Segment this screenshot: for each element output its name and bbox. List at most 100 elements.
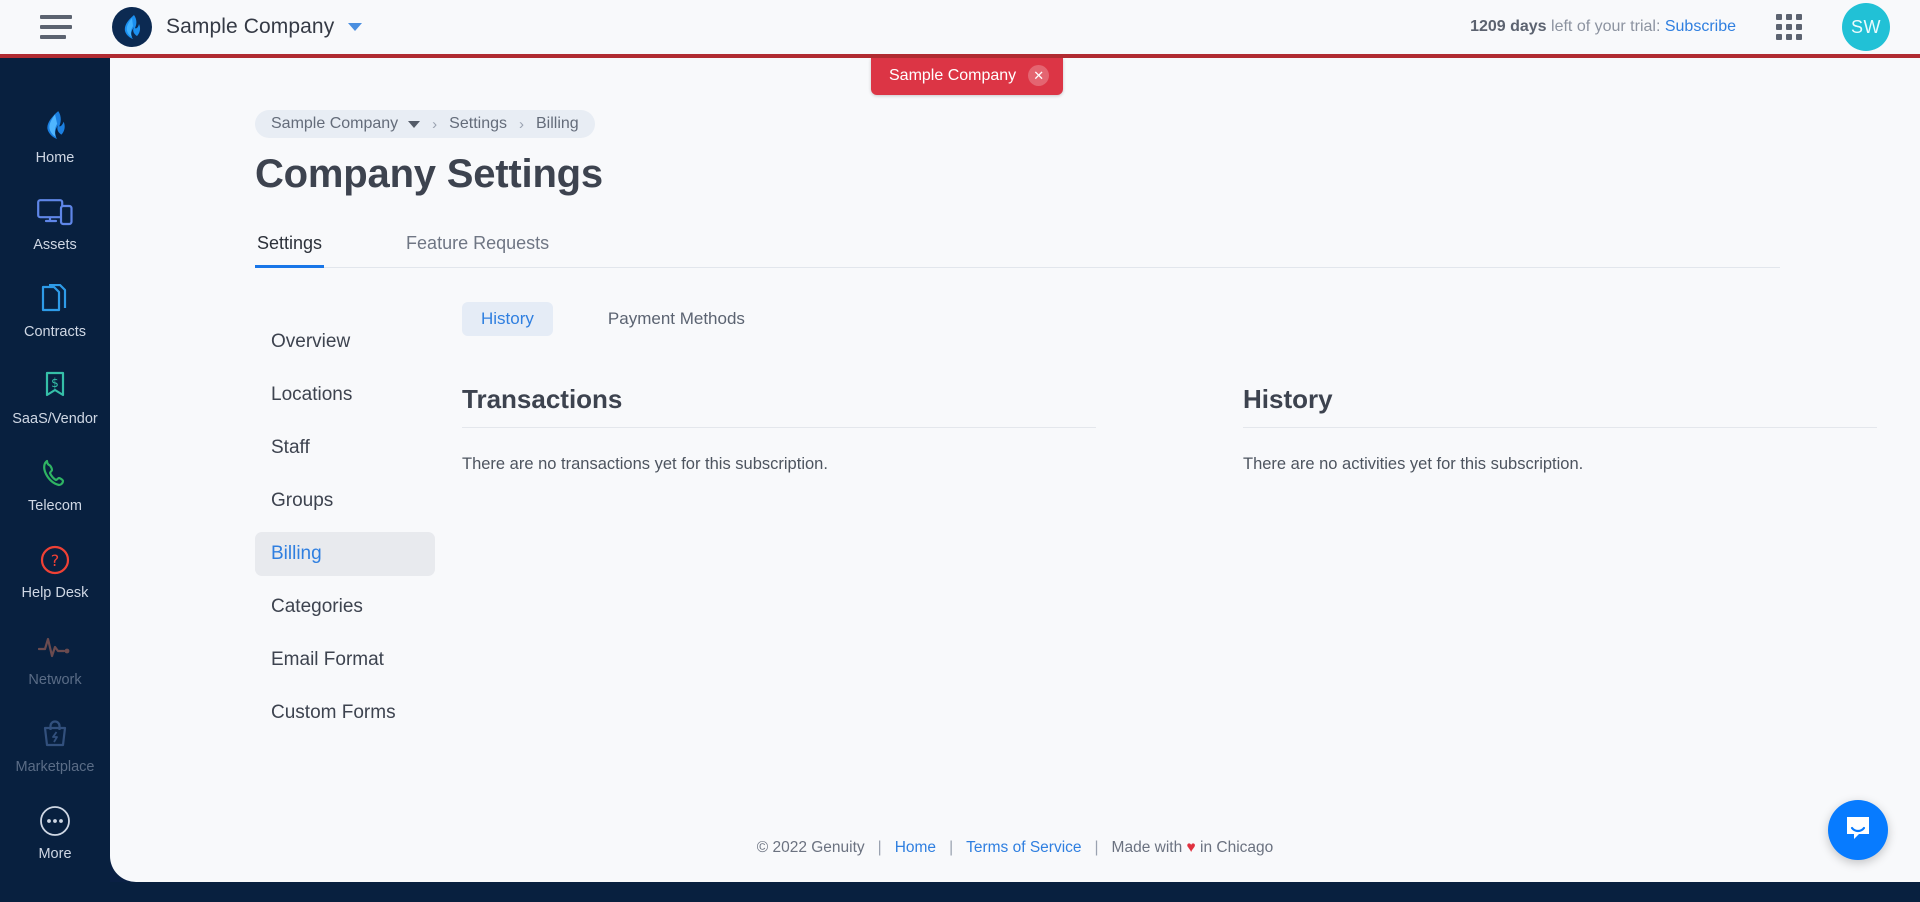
status-badge: Sample Company ✕ [871, 58, 1064, 95]
sidebar-item-contracts[interactable]: Contracts [0, 266, 110, 353]
hamburger-line [40, 15, 72, 19]
breadcrumb-company[interactable]: Sample Company [271, 115, 398, 133]
settings-menu-item-email-format[interactable]: Email Format [255, 638, 435, 682]
page-title: Company Settings [255, 152, 603, 196]
transactions-panel: Transactions There are no transactions y… [462, 384, 1096, 474]
sidebar-item-assets[interactable]: Assets [0, 179, 110, 266]
company-name-label: Sample Company [166, 15, 335, 38]
subscribe-link[interactable]: Subscribe [1665, 18, 1736, 35]
footer-separator: | [1094, 839, 1099, 856]
heart-icon: ♥ [1186, 839, 1196, 856]
footer-made-with-post: in Chicago [1195, 839, 1274, 856]
monitor-phone-icon [37, 192, 73, 232]
footer-copyright: © 2022 Genuity [756, 839, 865, 856]
sidebar-item-label: Assets [33, 237, 77, 253]
grid-dot [1776, 24, 1782, 30]
grid-dot [1796, 34, 1802, 40]
ellipsis-circle-icon [39, 801, 71, 841]
grid-dot [1796, 14, 1802, 20]
pulse-wave-icon [38, 627, 72, 667]
settings-side-menu: Overview Locations Staff Groups Billing … [255, 302, 435, 744]
footer-home-link[interactable]: Home [895, 839, 936, 857]
hamburger-line [40, 25, 72, 29]
footer-made-with: Made with ♥ in Chicago [1112, 839, 1274, 857]
billing-panels: Transactions There are no transactions y… [462, 384, 1920, 474]
dollar-ribbon-icon: $ [43, 366, 67, 406]
settings-menu-item-overview[interactable]: Overview [255, 320, 435, 364]
grid-dot [1786, 14, 1792, 20]
chat-bubble-icon [1843, 813, 1873, 848]
header-right-group: 1209 days left of your trial: Subscribe … [1470, 3, 1920, 51]
tab-settings[interactable]: Settings [255, 223, 325, 268]
sidebar-item-label: Telecom [28, 498, 82, 514]
page-content: Sample Company › Settings › Billing Comp… [110, 58, 1920, 744]
chevron-down-icon[interactable] [348, 23, 363, 31]
grid-dot [1776, 14, 1782, 20]
main-content-panel: Sample Company ✕ Sample Company › Settin… [110, 58, 1920, 882]
sidebar-item-label: Home [35, 150, 75, 166]
footer-separator: | [949, 839, 954, 856]
history-title: History [1243, 384, 1877, 428]
trial-days-count: 1209 days [1470, 18, 1547, 35]
avatar-initials: SW [1851, 16, 1881, 37]
sidebar-item-label: Marketplace [15, 759, 95, 775]
history-empty-message: There are no activities yet for this sub… [1243, 455, 1584, 473]
grid-dot [1776, 34, 1782, 40]
history-panel: History There are no activities yet for … [1243, 384, 1877, 474]
status-badge-label: Sample Company [889, 66, 1017, 84]
primary-tab-bar: Settings Feature Requests [255, 223, 1780, 268]
grid-dot [1786, 24, 1792, 30]
sidebar-item-home[interactable]: Home [0, 92, 110, 179]
settings-menu-item-custom-forms[interactable]: Custom Forms [255, 691, 435, 735]
sidebar-item-telecom[interactable]: Telecom [0, 440, 110, 527]
grid-dot [1786, 34, 1792, 40]
left-sidebar-nav: Home Assets Contracts $ SaaS/Vendor Tele… [0, 58, 110, 902]
content-body: Overview Locations Staff Groups Billing … [255, 302, 1920, 744]
sidebar-item-label: Contracts [23, 324, 87, 340]
settings-menu-item-billing[interactable]: Billing [255, 532, 435, 576]
sidebar-item-label: More [38, 846, 72, 862]
top-header-bar: Sample Company 1209 days left of your tr… [0, 0, 1920, 58]
billing-subtab-bar: History Payment Methods [462, 302, 1920, 336]
caret-down-icon[interactable] [408, 120, 421, 128]
settings-menu-item-groups[interactable]: Groups [255, 479, 435, 523]
sidebar-item-help-desk[interactable]: ? Help Desk [0, 527, 110, 614]
sidebar-item-saas-vendor[interactable]: $ SaaS/Vendor [0, 353, 110, 440]
page-footer: © 2022 Genuity | Home | Terms of Service… [110, 839, 1920, 857]
chat-launcher-button[interactable] [1828, 800, 1888, 860]
settings-menu-item-categories[interactable]: Categories [255, 585, 435, 629]
subtab-history[interactable]: History [462, 302, 553, 336]
transactions-title: Transactions [462, 384, 1096, 428]
sidebar-item-network[interactable]: Network [0, 614, 110, 701]
breadcrumb-billing[interactable]: Billing [536, 115, 579, 133]
sidebar-item-marketplace[interactable]: Marketplace [0, 701, 110, 788]
hamburger-menu-icon[interactable] [40, 15, 74, 39]
footer-terms-link[interactable]: Terms of Service [966, 839, 1081, 857]
documents-icon [41, 279, 69, 319]
svg-text:$: $ [51, 376, 59, 390]
close-icon[interactable]: ✕ [1028, 65, 1050, 86]
footer-separator: | [877, 839, 882, 856]
settings-menu-item-staff[interactable]: Staff [255, 426, 435, 470]
user-avatar[interactable]: SW [1842, 3, 1890, 51]
settings-menu-item-locations[interactable]: Locations [255, 373, 435, 417]
sidebar-item-more[interactable]: More [0, 788, 110, 875]
breadcrumb: Sample Company › Settings › Billing [255, 110, 595, 138]
sidebar-item-label: Help Desk [21, 585, 89, 601]
footer-made-with-pre: Made with [1111, 839, 1187, 856]
trial-label: left of your trial: [1546, 18, 1665, 35]
genuity-flame-logo [112, 7, 152, 47]
breadcrumb-separator: › [518, 115, 524, 133]
trial-status-text: 1209 days left of your trial: Subscribe [1470, 18, 1736, 36]
grid-dot [1796, 24, 1802, 30]
billing-main-column: History Payment Methods Transactions The… [435, 302, 1920, 744]
sidebar-item-label: Network [28, 672, 82, 688]
svg-text:?: ? [51, 551, 60, 570]
breadcrumb-separator: › [432, 115, 438, 133]
company-switcher[interactable]: Sample Company [112, 7, 363, 47]
breadcrumb-settings[interactable]: Settings [449, 115, 507, 133]
app-grid-icon[interactable] [1776, 14, 1802, 40]
flame-icon [42, 105, 68, 145]
tab-feature-requests[interactable]: Feature Requests [404, 223, 551, 268]
subtab-payment-methods[interactable]: Payment Methods [589, 302, 764, 336]
